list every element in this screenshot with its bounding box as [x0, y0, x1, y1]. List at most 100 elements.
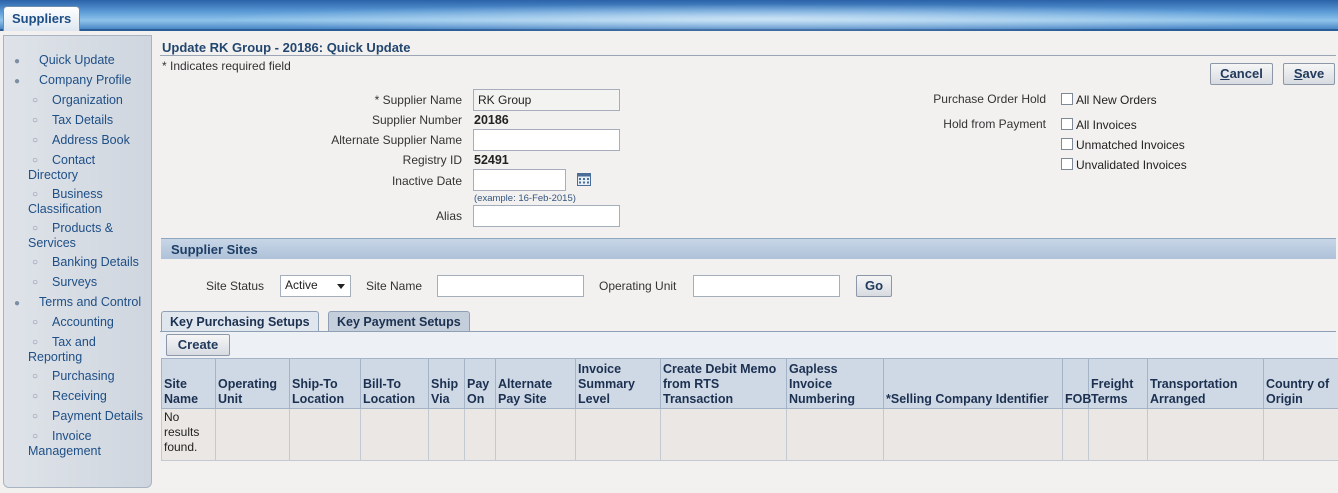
po-hold-label: Purchase Order Hold — [933, 92, 1046, 106]
unmatched-invoices-label: Unmatched Invoices — [1076, 138, 1185, 152]
supplier-sites-title: Supplier Sites — [171, 242, 258, 257]
tab-key-purchasing-setups[interactable]: Key Purchasing Setups — [161, 311, 319, 332]
column-header: *Selling Company Identifier — [883, 358, 1063, 409]
sidebar-item-label-line2: Services — [28, 236, 76, 250]
column-header: Gapless Invoice Numbering — [786, 358, 884, 409]
column-header: Create Debit Memo from RTS Transaction — [660, 358, 787, 409]
registry-id-label: Registry ID — [402, 153, 462, 167]
column-header: Site Name — [161, 358, 216, 409]
inactive-date-label: Inactive Date — [391, 174, 462, 188]
table-cell — [1088, 408, 1148, 461]
table-cell — [660, 408, 787, 461]
bullet-hollow-icon: ○ — [32, 189, 39, 200]
table-cell — [575, 408, 661, 461]
sidebar-item-label-line2: Management — [28, 444, 101, 458]
top-banner: Suppliers — [0, 0, 1338, 31]
save-button[interactable]: Save — [1283, 63, 1335, 85]
sidebar-item-label: Business — [52, 187, 103, 201]
site-status-select[interactable]: Active — [280, 275, 351, 297]
column-header: Operating Unit — [215, 358, 290, 409]
sidebar-item-label: Tax Details — [52, 113, 114, 127]
all-new-orders-checkbox[interactable] — [1061, 93, 1073, 105]
table-cell — [1147, 408, 1264, 461]
alias-field[interactable] — [473, 205, 620, 227]
payment-hold-label: Hold from Payment — [943, 117, 1046, 131]
table-header-row: Site Name Operating Unit Ship-To Location B… — [161, 358, 1338, 409]
alternate-name-field[interactable] — [473, 129, 620, 151]
inactive-date-hint: (example: 16-Feb-2015) — [474, 193, 576, 204]
create-button[interactable]: Create — [166, 334, 230, 356]
supplier-name-field[interactable] — [473, 89, 620, 111]
sidebar-item-label: Quick Update — [39, 53, 115, 67]
title-divider — [160, 55, 1336, 56]
page-title: Update RK Group - 20186: Quick Update — [162, 40, 411, 55]
bullet-hollow-icon: ○ — [32, 411, 39, 422]
column-header: Invoice Summary Level — [575, 358, 661, 409]
all-invoices-label: All Invoices — [1076, 118, 1137, 132]
bullet-hollow-icon: ○ — [32, 371, 39, 382]
bullet-hollow-icon: ○ — [32, 337, 39, 348]
bullet-hollow-icon: ○ — [32, 135, 39, 146]
column-header: Country of Origin — [1263, 358, 1338, 409]
sidebar-item-label-line2: Directory — [28, 168, 79, 182]
table-toolbar: Create — [160, 332, 1336, 358]
bullet-hollow-icon: ○ — [32, 431, 39, 442]
column-header: Ship-To Location — [289, 358, 361, 409]
sidebar-item-label: Banking Details — [52, 255, 139, 269]
operating-unit-label: Operating Unit — [599, 279, 677, 293]
column-header: Pay On — [464, 358, 496, 409]
cancel-button[interactable]: Cancel — [1210, 63, 1273, 85]
table-cell — [215, 408, 290, 461]
table-cell — [883, 408, 1063, 461]
sidebar-item-label-line2: Reporting — [28, 350, 83, 364]
column-header: Alternate Pay Site — [495, 358, 576, 409]
sidebar-item-label: Company Profile — [39, 73, 132, 87]
column-header: Ship Via — [428, 358, 465, 409]
tab-suppliers[interactable]: Suppliers — [3, 6, 81, 31]
sidebar-item-label: Receiving — [52, 389, 107, 403]
all-new-orders-label: All New Orders — [1076, 93, 1157, 107]
bullet-filled-icon: ● — [14, 298, 21, 309]
sidebar-item-label: Products & — [52, 221, 114, 235]
site-status-label: Site Status — [206, 279, 265, 293]
site-status-value: Active — [285, 278, 318, 292]
supplier-sites-table: Site Name Operating Unit Ship-To Location B… — [161, 358, 1338, 461]
operating-unit-field[interactable] — [693, 275, 840, 297]
table-cell — [1263, 408, 1338, 461]
tab-key-payment-setups[interactable]: Key Payment Setups — [328, 311, 470, 332]
banner-glow — [60, 0, 1338, 31]
sidebar-item-label: Address Book — [52, 133, 130, 147]
column-header: Bill-To Location — [360, 358, 429, 409]
required-note: * Indicates required field — [162, 59, 291, 73]
bullet-hollow-icon: ○ — [32, 223, 39, 234]
sidebar: ● Quick Update ● Company Profile ○ Organizati… — [3, 35, 152, 488]
site-name-label: Site Name — [366, 279, 423, 293]
column-header: Freight Terms — [1088, 358, 1148, 409]
column-header: Transportation Arranged — [1147, 358, 1264, 409]
bullet-hollow-icon: ○ — [32, 317, 39, 328]
unmatched-invoices-checkbox[interactable] — [1061, 138, 1073, 150]
bullet-filled-icon: ● — [14, 56, 21, 67]
bullet-hollow-icon: ○ — [32, 277, 39, 288]
bullet-hollow-icon: ○ — [32, 391, 39, 402]
sidebar-item-label: Invoice — [52, 429, 92, 443]
table-row: No results found. — [161, 408, 1338, 461]
save-label-rest: ave — [1302, 66, 1325, 81]
bullet-hollow-icon: ○ — [32, 95, 39, 106]
supplier-number-label: Supplier Number — [371, 113, 462, 127]
column-header: FOB — [1062, 358, 1091, 409]
go-button[interactable]: Go — [856, 275, 892, 297]
all-invoices-checkbox[interactable] — [1061, 118, 1073, 130]
cancel-access-key: C — [1220, 66, 1230, 81]
sidebar-item-label: Accounting — [52, 315, 114, 329]
calendar-icon[interactable] — [577, 172, 591, 186]
sidebar-item-label: Payment Details — [52, 409, 144, 423]
site-name-field[interactable] — [437, 275, 584, 297]
inactive-date-field[interactable] — [473, 169, 566, 191]
registry-id-value: 52491 — [474, 153, 509, 167]
supplier-number-value: 20186 — [474, 113, 509, 127]
bullet-hollow-icon: ○ — [32, 115, 39, 126]
unvalidated-invoices-checkbox[interactable] — [1061, 158, 1073, 170]
table-cell — [289, 408, 361, 461]
main-content: Update RK Group - 20186: Quick Update * … — [160, 35, 1338, 493]
